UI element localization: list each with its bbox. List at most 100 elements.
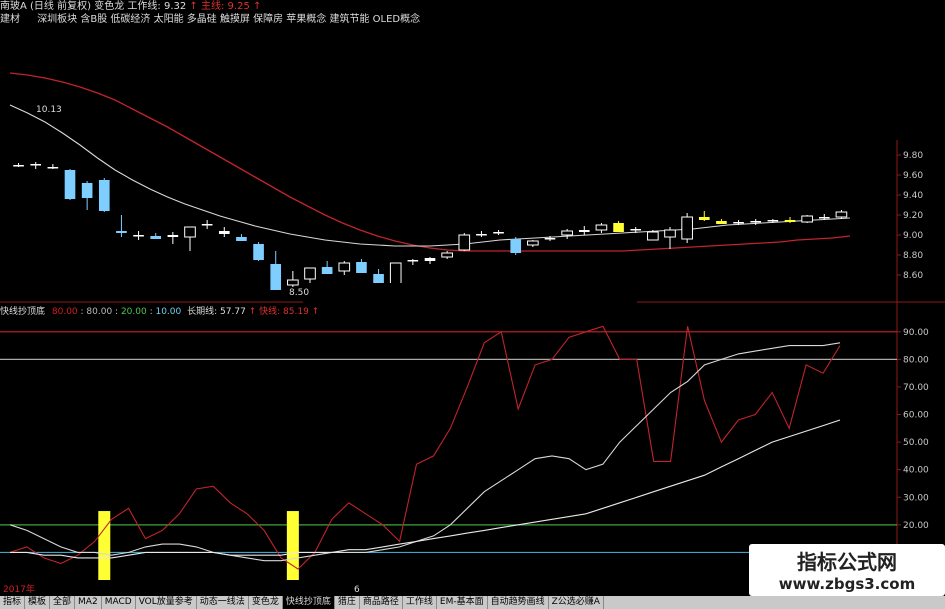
price-tick-label: 8.60	[903, 271, 923, 281]
candle-body	[647, 231, 659, 241]
indicator-tab[interactable]: 模板	[25, 596, 51, 609]
candle-body	[595, 224, 608, 231]
candle-body	[30, 164, 42, 166]
price-low-label: 8.50	[289, 288, 310, 298]
indicator-tab[interactable]: MA2	[75, 596, 102, 609]
candle-body	[321, 267, 333, 274]
indicator-tab[interactable]: 自动趋势画线	[488, 596, 549, 609]
indicator-tick-label: 20.00	[903, 521, 929, 531]
x-label-month: 6	[354, 585, 360, 595]
indicator-title: 快线抄顶底	[0, 307, 46, 317]
candle	[253, 242, 264, 261]
candle-body	[81, 183, 93, 198]
candle-body	[493, 232, 504, 234]
candle-body	[184, 226, 196, 238]
candle	[510, 237, 522, 255]
indicator-tab[interactable]: 指标	[0, 596, 26, 609]
candle	[287, 271, 299, 287]
fast-line-value: 85.19	[283, 307, 309, 317]
candle-body	[578, 230, 590, 232]
candle	[116, 215, 127, 237]
candle	[561, 229, 573, 239]
price-tick-label: 9.20	[903, 211, 923, 221]
candle	[270, 251, 282, 290]
candle	[595, 223, 608, 233]
candle	[647, 230, 659, 241]
fast-line-label: 快线:	[259, 307, 281, 317]
signal-bar	[286, 511, 299, 580]
sector-label: 建材	[0, 14, 20, 25]
candle-body	[253, 244, 264, 260]
stock-header: 南玻A (日线 前复权) 变色龙 工作线: 9.32 ↑ 主线: 9.25 ↑	[0, 1, 262, 12]
candle	[30, 162, 42, 169]
indicator-tab[interactable]: 动态一线法	[197, 596, 249, 609]
candle	[47, 164, 59, 169]
indicator-tick-label: 50.00	[903, 438, 929, 448]
candle-body	[767, 220, 779, 222]
candle	[493, 230, 504, 235]
indicator-tab[interactable]: 商品路径	[360, 596, 403, 609]
candle-body	[441, 252, 453, 258]
ref-line-4: 10.00	[155, 307, 182, 317]
candle	[184, 226, 196, 251]
indicator-tab[interactable]: EM-基本面	[437, 596, 488, 609]
candle	[64, 169, 76, 200]
candle	[218, 227, 230, 237]
candle-body	[201, 224, 213, 226]
candle-body	[356, 262, 367, 273]
candle-body	[13, 165, 24, 167]
candle	[527, 240, 539, 247]
indicator-tab[interactable]: 猎庄	[335, 596, 360, 609]
candle-body	[236, 237, 247, 241]
candle	[664, 227, 676, 249]
candle	[407, 259, 419, 265]
candle-body	[664, 229, 676, 238]
indicator-tab[interactable]: 快线抄顶底	[282, 596, 335, 609]
ref-line-2: 80.00	[86, 307, 113, 317]
indicator-tab[interactable]: MACD	[102, 596, 136, 609]
work-line-label: 工作线:	[127, 1, 161, 12]
cover-block-top	[533, 0, 945, 140]
candle-body	[338, 262, 351, 272]
candle	[236, 234, 247, 241]
main-line-label: 主线:	[200, 1, 225, 12]
candle-body	[698, 217, 710, 220]
candle	[13, 163, 24, 167]
candle-body	[64, 170, 76, 199]
watermark: 指标公式网 www.zbgs3.com	[749, 544, 945, 596]
watermark-url: www.zbgs3.com	[778, 575, 916, 593]
indicator-series-line	[9, 325, 841, 570]
candle-body	[835, 211, 848, 218]
main-line-value: 9.25	[227, 1, 250, 12]
candle-body	[407, 260, 419, 262]
long-line-value: 57.77	[220, 307, 246, 317]
candle	[81, 181, 93, 210]
candle	[338, 261, 351, 275]
candle	[424, 257, 436, 264]
candle	[458, 233, 471, 251]
candle	[835, 210, 848, 219]
candle	[681, 213, 693, 243]
price-high-label: 10.13	[36, 105, 62, 115]
indicator-tick-label: 70.00	[903, 383, 929, 393]
indicator-tab[interactable]: 全部	[50, 596, 76, 609]
candle-body	[630, 229, 642, 231]
indicator-tick-label: 80.00	[903, 355, 929, 365]
candle-body	[458, 234, 471, 251]
candle-body	[544, 238, 556, 240]
indicator-name: 变色龙	[94, 1, 125, 12]
indicator-tab[interactable]: 变色龙	[249, 596, 283, 609]
candle-body	[270, 264, 282, 290]
indicator-tab[interactable]: 工作线	[403, 596, 437, 609]
candle	[150, 233, 162, 239]
concepts-label: 深圳板块 含B股 低碳经济 太阳能 多晶硅 触摸屏 保障房 苹果概念 建筑节能 …	[37, 14, 421, 25]
candle-body	[750, 221, 762, 223]
indicator-tab[interactable]: Z公选必赚A	[549, 596, 604, 609]
indicator-tab[interactable]: VOL放量参考	[136, 596, 197, 609]
candle-body	[287, 279, 299, 286]
candle-body	[784, 220, 796, 222]
candle-body	[476, 234, 487, 236]
candle	[613, 221, 624, 232]
candle	[356, 259, 367, 273]
candle-body	[613, 223, 624, 232]
